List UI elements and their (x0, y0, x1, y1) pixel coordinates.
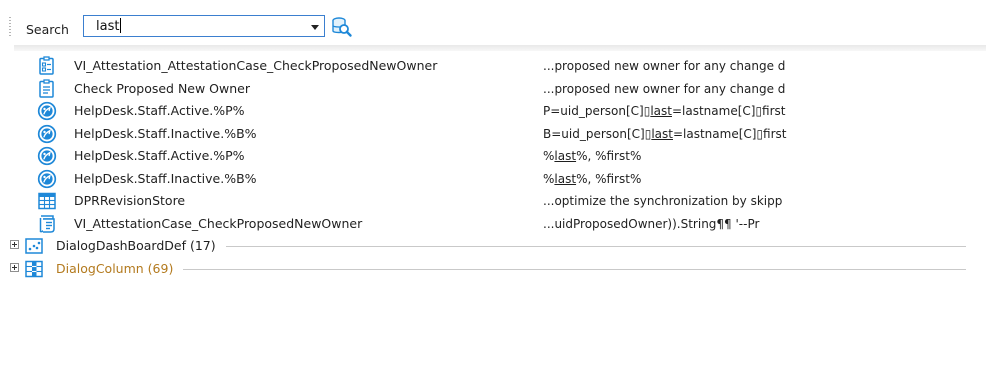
result-row[interactable]: VI_Attestation_AttestationCase_CheckProp… (0, 55, 986, 77)
result-name: VI_AttestationCase_CheckProposedNewOwner (74, 215, 363, 231)
snippet-text: % (543, 171, 555, 186)
result-name: HelpDesk.Staff.Active.%P% (74, 148, 245, 163)
helpdesk-icon (37, 169, 57, 189)
snippet-text: ...proposed new owner for any change d (543, 81, 786, 96)
result-name: VI_Attestation_AttestationCase_CheckProp… (74, 58, 438, 73)
snippet-text: %, %first% (576, 149, 642, 163)
snippet-text: % (543, 149, 555, 163)
group-separator-line (183, 268, 966, 270)
result-snippet: P=uid_person[C]▯last=lastname[C]▯first (543, 104, 849, 118)
result-row[interactable]: HelpDesk.Staff.Inactive.%B% %last%, %firs… (0, 168, 986, 190)
result-name: HelpDesk.Staff.Inactive.%B% (74, 170, 257, 186)
match-highlight: last (650, 104, 672, 118)
result-row[interactable]: DPRRevisionStore ...optimize the synchron… (0, 190, 986, 212)
result-snippet: ...proposed new owner for any change d (543, 59, 849, 73)
result-row[interactable]: Check Proposed New Owner ...proposed new … (0, 78, 986, 100)
result-name: DPRRevisionStore (74, 193, 186, 208)
result-group[interactable]: DialogDashBoardDef (17) (0, 235, 986, 257)
toolbar-grip[interactable] (9, 17, 11, 37)
result-snippet: %last%, %first% (543, 172, 849, 186)
helpdesk-icon (37, 101, 57, 121)
match-highlight: last (651, 126, 673, 141)
clipboard-icon (37, 78, 57, 99)
toolbar-divider (14, 45, 986, 51)
group-title: DialogDashBoardDef (17) (56, 238, 216, 253)
result-row[interactable]: HelpDesk.Staff.Inactive.%B% B=uid_person[… (0, 123, 986, 145)
snippet-text: P=uid_person[C]▯ (543, 104, 651, 118)
find-button[interactable] (331, 16, 353, 38)
result-name: Check Proposed New Owner (74, 80, 251, 96)
dashboard-icon (24, 236, 44, 256)
result-group[interactable]: DialogColumn (69) (0, 258, 986, 280)
column-table-icon (24, 259, 44, 279)
expand-plus-icon[interactable] (10, 262, 19, 272)
search-label: Search (26, 22, 69, 37)
database-search-icon (332, 17, 352, 37)
expand-plus-icon[interactable] (10, 240, 19, 249)
result-snippet: ...optimize the synchronization by skipp (543, 194, 849, 208)
result-snippet: ...proposed new owner for any change d (543, 82, 849, 96)
snippet-text: ...uidProposedOwner)).String¶¶ '--Pr (543, 216, 760, 231)
result-snippet: B=uid_person[C]▯last=lastname[C]▯first (543, 127, 849, 141)
result-name: HelpDesk.Staff.Active.%P% (74, 103, 245, 118)
result-row[interactable]: VI_AttestationCase_CheckProposedNewOwner… (0, 213, 986, 235)
snippet-text: =lastname[C]▯first (671, 104, 786, 118)
search-toolbar: Search last (0, 12, 986, 42)
search-input-container[interactable]: last (96, 18, 122, 34)
search-combobox[interactable]: last (83, 15, 325, 37)
result-snippet: %last%, %first% (543, 149, 849, 163)
helpdesk-icon (37, 146, 57, 166)
snippet-text: ...optimize the synchronization by skipp (543, 194, 783, 208)
snippet-text: =lastname[C]▯first (672, 126, 787, 141)
result-row[interactable]: HelpDesk.Staff.Active.%P% P=uid_person[C]… (0, 100, 986, 122)
table-icon (37, 191, 57, 211)
group-separator-line (226, 246, 966, 247)
result-snippet: ...uidProposedOwner)).String¶¶ '--Pr (543, 217, 849, 231)
chevron-down-icon[interactable] (311, 25, 319, 30)
result-row[interactable]: HelpDesk.Staff.Active.%P% %last%, %first% (0, 145, 986, 167)
search-input[interactable]: last (96, 19, 119, 34)
helpdesk-icon (37, 124, 57, 144)
group-title: DialogColumn (69) (56, 260, 174, 276)
match-highlight: last (554, 171, 577, 186)
text-caret (120, 18, 122, 33)
result-name: HelpDesk.Staff.Inactive.%B% (74, 125, 257, 141)
snippet-text: ...proposed new owner for any change d (543, 59, 786, 73)
script-icon (37, 214, 57, 234)
form-icon (37, 56, 57, 76)
match-highlight: last (554, 149, 577, 163)
snippet-text: %, %first% (576, 171, 642, 186)
snippet-text: B=uid_person[C]▯ (543, 126, 652, 141)
